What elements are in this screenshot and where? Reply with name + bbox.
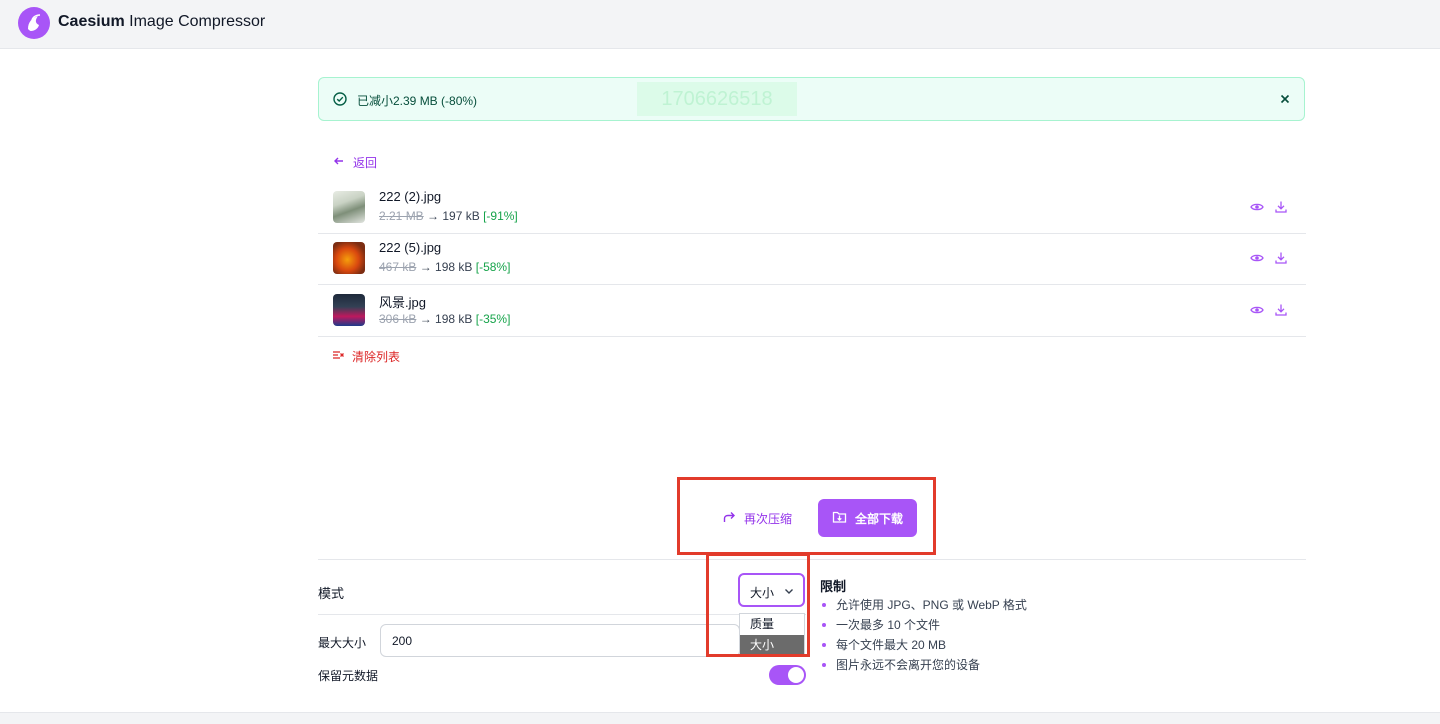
- download-icon[interactable]: [1274, 303, 1288, 317]
- file-actions: [1250, 251, 1288, 265]
- reduction-percent: [-58%]: [475, 260, 511, 274]
- limits-list: 允许使用 JPG、PNG 或 WebP 格式 一次最多 10 个文件 每个文件最…: [820, 595, 1027, 675]
- reduction-percent: [-91%]: [483, 209, 518, 223]
- file-name: 风景.jpg: [379, 295, 426, 310]
- download-icon[interactable]: [1274, 251, 1288, 265]
- keep-metadata-toggle[interactable]: [769, 665, 806, 685]
- file-actions: [1250, 200, 1288, 214]
- close-icon[interactable]: [1279, 92, 1291, 110]
- eye-icon[interactable]: [1250, 251, 1264, 265]
- annotation-box-actions: [677, 477, 936, 555]
- file-sizes: 306 kB → 198 kB [-35%]: [379, 312, 510, 326]
- file-row: 222 (2).jpg 2.21 MB → 197 kB [-91%]: [318, 183, 1306, 234]
- file-name: 222 (5).jpg: [379, 240, 442, 255]
- file-thumbnail: [333, 242, 365, 274]
- reduction-percent: [-35%]: [475, 312, 511, 326]
- toggle-knob: [788, 667, 804, 683]
- download-icon[interactable]: [1274, 200, 1288, 214]
- app-header: Caesium Image Compressor: [0, 0, 1440, 49]
- limits-item: 每个文件最大 20 MB: [820, 635, 1027, 655]
- back-label: 返回: [353, 156, 378, 170]
- alert-ghost-text: 1706626518: [637, 82, 797, 116]
- compressed-size: 197 kB: [442, 209, 480, 223]
- file-actions: [1250, 303, 1288, 317]
- max-size-input[interactable]: [380, 624, 740, 657]
- file-name: 222 (2).jpg: [379, 189, 442, 204]
- clear-list-button[interactable]: 清除列表: [332, 348, 400, 365]
- file-thumbnail: [333, 191, 365, 223]
- limits-title: 限制: [820, 579, 847, 594]
- eye-icon[interactable]: [1250, 303, 1264, 317]
- eye-icon[interactable]: [1250, 200, 1264, 214]
- file-thumbnail: [333, 294, 365, 326]
- original-size: 306 kB: [379, 312, 417, 326]
- clear-list-label: 清除列表: [352, 350, 401, 364]
- original-size: 467 kB: [379, 260, 417, 274]
- app-title-rest: Image Compressor: [124, 13, 266, 30]
- success-alert: 1706626518 已减小2.39 MB (-80%): [318, 77, 1305, 121]
- file-row: 222 (5).jpg 467 kB → 198 kB [-58%]: [318, 234, 1306, 285]
- back-link[interactable]: 返回: [333, 154, 377, 171]
- size-arrow: →: [416, 312, 436, 326]
- size-arrow: →: [416, 260, 436, 274]
- arrow-left-icon: [333, 155, 345, 170]
- app-title-brand: Caesium: [58, 13, 125, 30]
- keep-metadata-label: 保留元数据: [318, 669, 379, 683]
- compressed-size: 198 kB: [435, 260, 473, 274]
- annotation-box-mode: [706, 553, 810, 657]
- limits-item: 允许使用 JPG、PNG 或 WebP 格式: [820, 595, 1027, 615]
- alert-message: 已减小2.39 MB (-80%): [357, 94, 478, 108]
- limits-item: 图片永远不会离开您的设备: [820, 655, 1027, 675]
- check-circle-icon: [333, 92, 347, 111]
- max-size-label: 最大大小: [318, 636, 367, 650]
- section-divider: [318, 559, 1306, 560]
- mode-label: 模式: [318, 586, 345, 601]
- page-footer: [0, 712, 1440, 724]
- caesium-logo-icon: [18, 7, 50, 39]
- file-row: 风景.jpg 306 kB → 198 kB [-35%]: [318, 286, 1306, 337]
- app-title: Caesium Image Compressor: [58, 13, 265, 31]
- clear-list-icon: [332, 349, 344, 364]
- size-arrow: →: [423, 209, 443, 223]
- original-size: 2.21 MB: [379, 209, 424, 223]
- compressed-size: 198 kB: [435, 312, 473, 326]
- file-sizes: 467 kB → 198 kB [-58%]: [379, 260, 510, 274]
- file-sizes: 2.21 MB → 197 kB [-91%]: [379, 209, 518, 223]
- limits-item: 一次最多 10 个文件: [820, 615, 1027, 635]
